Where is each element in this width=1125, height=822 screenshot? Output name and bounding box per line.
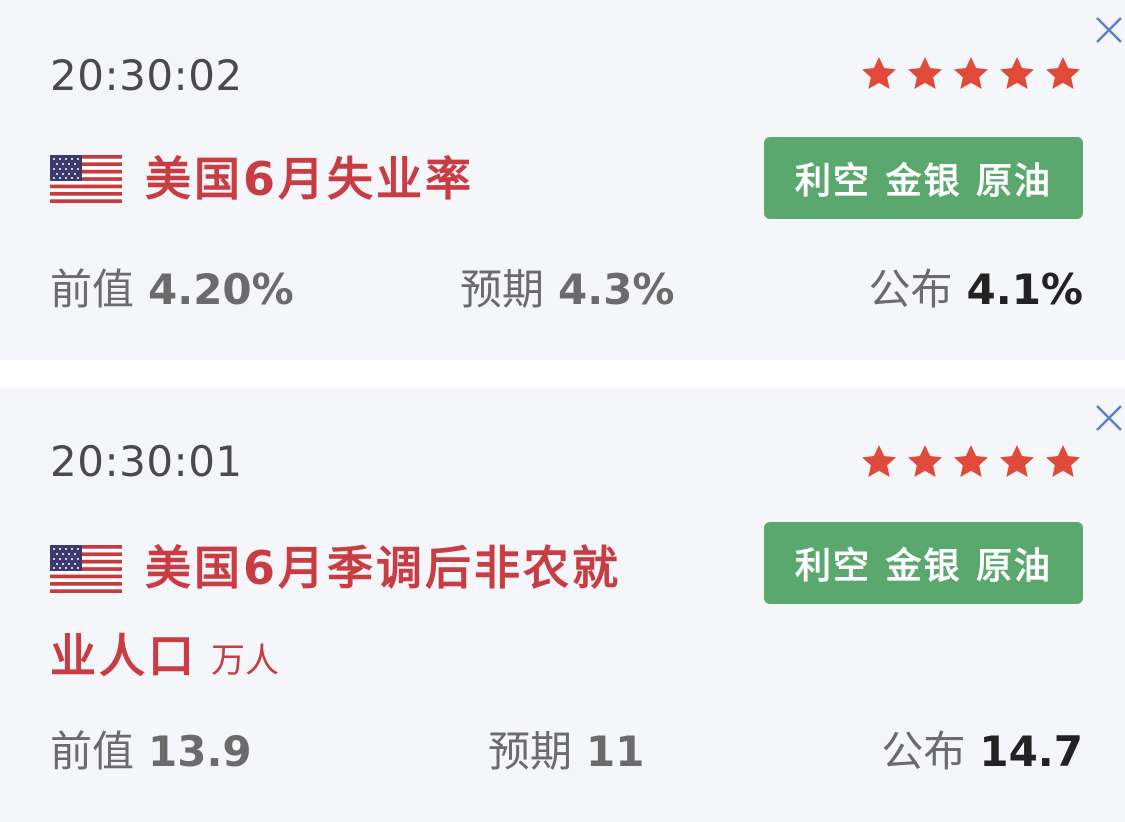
star-icon bbox=[908, 445, 942, 477]
close-icon[interactable] bbox=[1091, 400, 1125, 434]
close-icon[interactable] bbox=[1091, 12, 1125, 46]
event-title-line1: 美国6月季调后非农就 bbox=[145, 541, 622, 595]
star-icon bbox=[908, 57, 942, 89]
event-title-line1: 美国6月失业率 bbox=[145, 152, 475, 206]
expected-number: 11 bbox=[586, 727, 645, 776]
star-icon bbox=[862, 445, 896, 477]
previous-number: 13.9 bbox=[148, 727, 252, 776]
event-time: 20:30:01 bbox=[50, 437, 243, 486]
star-icon bbox=[1000, 445, 1034, 477]
expected-label: 预期 bbox=[460, 265, 545, 314]
previous-value: 前值 4.20% bbox=[50, 262, 294, 318]
event-card[interactable]: 20:30:02 美国6月失业率 利空 金银 原油 前值 4.20% 预期 4.3% bbox=[0, 0, 1125, 360]
expected-label: 预期 bbox=[488, 727, 573, 776]
event-card[interactable]: 20:30:01 美国6月季调后非农就 业人口 万人 利空 金银 原油 前值 13.… bbox=[0, 388, 1125, 822]
star-icon bbox=[1046, 445, 1080, 477]
previous-number: 4.20% bbox=[148, 265, 294, 314]
event-title-line2-text: 业人口 bbox=[50, 629, 197, 683]
star-icon bbox=[1000, 57, 1034, 89]
importance-stars bbox=[859, 442, 1083, 482]
expected-value: 预期 4.3% bbox=[460, 262, 675, 318]
us-flag-icon bbox=[50, 545, 122, 593]
expected-number: 4.3% bbox=[558, 265, 675, 314]
published-label: 公布 bbox=[881, 727, 966, 776]
event-title[interactable]: 美国6月季调后非农就 业人口 万人 bbox=[50, 537, 685, 683]
star-icon bbox=[1046, 57, 1080, 89]
published-value: 公布 4.1% bbox=[869, 262, 1084, 318]
star-icon bbox=[862, 57, 896, 89]
published-value: 公布 14.7 bbox=[881, 724, 1083, 780]
event-time: 20:30:02 bbox=[50, 51, 243, 100]
expected-value: 预期 11 bbox=[488, 724, 644, 780]
star-icon bbox=[954, 445, 988, 477]
importance-stars bbox=[859, 54, 1083, 94]
previous-label: 前值 bbox=[50, 727, 135, 776]
published-number: 14.7 bbox=[979, 727, 1083, 776]
event-title-line2: 业人口 万人 bbox=[50, 625, 279, 692]
published-label: 公布 bbox=[868, 265, 953, 314]
impact-tag: 利空 金银 原油 bbox=[764, 522, 1083, 604]
event-title[interactable]: 美国6月失业率 bbox=[145, 148, 685, 210]
us-flag-icon bbox=[50, 155, 122, 203]
event-unit: 万人 bbox=[211, 641, 279, 681]
previous-value: 前值 13.9 bbox=[50, 724, 252, 780]
star-icon bbox=[954, 57, 988, 89]
impact-tag: 利空 金银 原油 bbox=[764, 137, 1083, 219]
published-number: 4.1% bbox=[966, 265, 1083, 314]
previous-label: 前值 bbox=[50, 265, 135, 314]
